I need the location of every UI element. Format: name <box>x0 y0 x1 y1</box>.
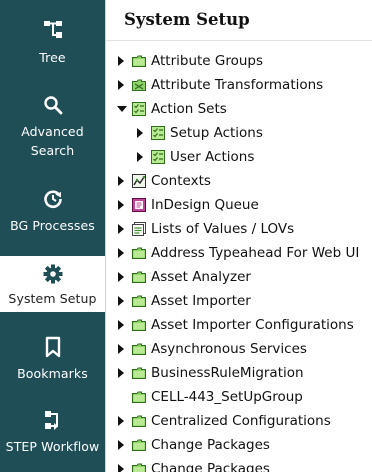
tree-node[interactable]: User Actions <box>106 145 372 169</box>
expand-arrow-icon[interactable] <box>118 368 124 378</box>
expand-arrow-icon[interactable] <box>118 248 124 258</box>
tree-node-label: Asset Analyzer <box>151 269 251 285</box>
collapse-arrow-icon[interactable] <box>117 106 127 112</box>
sidebar-item-label: STEP Workflow <box>5 439 100 454</box>
folder-icon <box>132 53 146 67</box>
tree-node-label: InDesign Queue <box>151 197 259 213</box>
sidebar-item-label: BG Processes <box>10 218 95 233</box>
tree-node[interactable]: Action Sets <box>106 97 372 121</box>
tree-node-label: CELL-443_SetUpGroup <box>151 389 303 405</box>
sidebar-item-bookmarks[interactable]: Bookmarks <box>0 330 105 386</box>
tree-node-label: Attribute Transformations <box>151 77 324 93</box>
folder-icon <box>132 341 146 355</box>
expand-arrow-icon[interactable] <box>118 176 124 186</box>
expand-arrow-icon[interactable] <box>118 56 124 66</box>
bookmark-icon <box>0 336 105 358</box>
expand-arrow-icon[interactable] <box>118 80 124 90</box>
page-title: System Setup <box>124 10 250 29</box>
search-icon <box>0 94 105 116</box>
tree-node[interactable]: Asynchronous Services <box>106 337 372 361</box>
sidebar-item-label-line2: Search <box>30 143 75 158</box>
tree-node-label: Change Packages <box>151 437 270 453</box>
tree-node-label: Centralized Configurations <box>151 413 331 429</box>
workflow-icon <box>0 409 105 431</box>
expand-arrow-icon[interactable] <box>118 464 124 472</box>
tree-node-label: Asynchronous Services <box>151 341 307 357</box>
tree-node-label: Address Typeahead For Web UI <box>151 245 360 261</box>
tree-node[interactable]: Asset Importer Configurations <box>106 313 372 337</box>
tree-node-label: Attribute Groups <box>151 53 264 69</box>
sidebar-item-system-setup[interactable]: System Setup <box>0 256 105 312</box>
tree-node-label: Action Sets <box>151 101 227 117</box>
indesign-queue-icon <box>132 197 146 212</box>
tree-node[interactable]: Attribute Groups <box>106 49 372 73</box>
bg-processes-icon <box>0 188 105 210</box>
tree-node-label: Contexts <box>151 173 211 189</box>
tree-node-label: Setup Actions <box>170 125 263 141</box>
contexts-icon <box>132 173 146 188</box>
tree-node[interactable]: InDesign Queue <box>106 193 372 217</box>
tree-node[interactable]: CELL-443_SetUpGroup <box>106 385 372 409</box>
expand-arrow-icon[interactable] <box>118 296 124 306</box>
lov-icon <box>132 221 146 236</box>
main-panel: System Setup Attribute Groups Attribute T… <box>106 0 372 472</box>
tree-node[interactable]: Setup Actions <box>106 121 372 145</box>
tree-node-label: Lists of Values / LOVs <box>151 221 295 237</box>
expand-arrow-icon[interactable] <box>118 272 124 282</box>
sidebar-item-label: Tree <box>39 50 66 65</box>
expand-arrow-icon[interactable] <box>118 344 124 354</box>
action-set-icon <box>151 149 165 164</box>
expand-arrow-icon[interactable] <box>137 128 143 138</box>
folder-icon <box>132 317 146 331</box>
action-set-icon <box>151 125 165 140</box>
tree-node[interactable]: Change Packages <box>106 457 372 472</box>
tree-node-label: User Actions <box>170 149 255 165</box>
folder-icon <box>132 245 146 259</box>
tree-node-label: Change Packages <box>151 461 270 472</box>
tree-node[interactable]: Contexts <box>106 169 372 193</box>
tree-node-label: BusinessRuleMigration <box>151 365 304 381</box>
tree-node-label: Asset Importer Configurations <box>151 317 354 333</box>
tree-node[interactable]: Attribute Transformations <box>106 73 372 97</box>
expand-arrow-icon[interactable] <box>118 200 124 210</box>
sidebar: Tree Advanced Search BG Processes System… <box>0 0 105 472</box>
expand-arrow-icon[interactable] <box>137 152 143 162</box>
folder-icon <box>132 365 146 379</box>
folder-icon <box>132 269 146 283</box>
folder-icon <box>132 461 146 472</box>
sidebar-item-step-workflow[interactable]: STEP Workflow <box>0 404 105 460</box>
sidebar-item-label: System Setup <box>8 291 97 306</box>
action-set-icon <box>132 101 146 116</box>
tree-node[interactable]: Address Typeahead For Web UI <box>106 241 372 265</box>
expand-arrow-icon[interactable] <box>118 440 124 450</box>
tree-node[interactable]: Centralized Configurations <box>106 409 372 433</box>
transformation-folder-icon <box>132 77 146 91</box>
expand-arrow-icon[interactable] <box>118 320 124 330</box>
folder-icon <box>132 437 146 451</box>
folder-icon <box>132 293 146 307</box>
sidebar-item-label-line1: Advanced <box>21 124 84 139</box>
sidebar-item-tree[interactable]: Tree <box>0 13 105 69</box>
tree-node-label: Asset Importer <box>151 293 251 309</box>
tree-node[interactable]: Asset Importer <box>106 289 372 313</box>
folder-icon <box>132 413 146 427</box>
gear-icon <box>0 263 105 285</box>
folder-icon <box>132 389 146 403</box>
expand-arrow-icon[interactable] <box>118 224 124 234</box>
title-divider <box>106 40 372 41</box>
sidebar-item-advanced-search[interactable]: Advanced Search <box>0 88 105 168</box>
expand-arrow-icon[interactable] <box>118 416 124 426</box>
tree-node[interactable]: Change Packages <box>106 433 372 457</box>
tree-node[interactable]: Lists of Values / LOVs <box>106 217 372 241</box>
tree-icon <box>0 19 105 41</box>
sidebar-item-bg-processes[interactable]: BG Processes <box>0 182 105 238</box>
sidebar-item-label: Bookmarks <box>17 366 88 381</box>
tree-node[interactable]: Asset Analyzer <box>106 265 372 289</box>
tree-node[interactable]: BusinessRuleMigration <box>106 361 372 385</box>
